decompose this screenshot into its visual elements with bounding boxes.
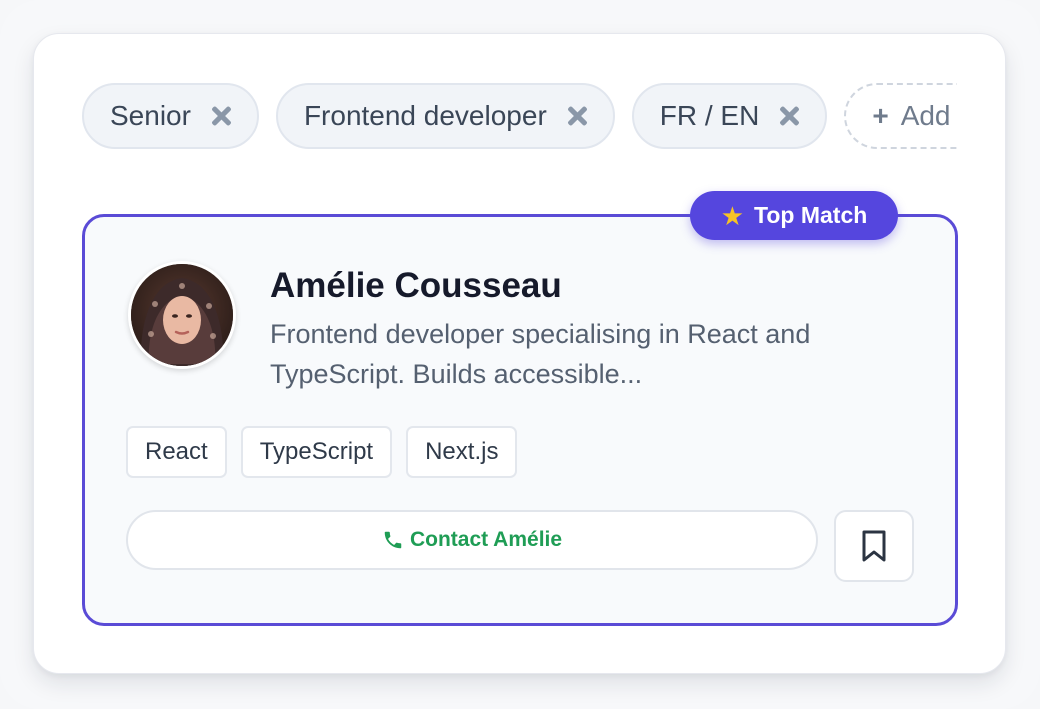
add-filter-button[interactable]: + Add f [844, 83, 957, 149]
avatar [128, 261, 236, 369]
contact-button-label: Contact Amélie [409, 528, 563, 551]
skill-tag: TypeScript [240, 426, 393, 478]
top-match-badge: ★ Top Match [690, 191, 898, 240]
avatar-portrait [131, 264, 233, 366]
plus-icon: + [872, 100, 889, 131]
candidate-name: Amélie Cousseau [270, 266, 562, 305]
remove-filter-icon[interactable] [565, 104, 589, 128]
contact-button[interactable]: Contact Amélie [126, 510, 818, 570]
bookmark-icon [862, 530, 886, 562]
phone-icon [384, 531, 402, 549]
filter-chip-senior[interactable]: Senior [82, 83, 259, 149]
skill-tags: React TypeScript Next.js [126, 426, 518, 478]
badge-label: Top Match [754, 202, 868, 228]
filter-chip-languages[interactable]: FR / EN [631, 83, 828, 149]
filter-chip-label: Frontend developer [303, 100, 547, 131]
skill-tag: Next.js [406, 426, 518, 478]
remove-filter-icon[interactable] [209, 104, 233, 128]
bio-line: TypeScript. Builds accessible... [270, 359, 643, 389]
remove-filter-icon[interactable] [777, 104, 801, 128]
filter-chip-label: FR / EN [659, 100, 760, 131]
filter-chip-frontend-developer[interactable]: Frontend developer [275, 83, 615, 149]
candidate-bio: Frontend developer specialising in React… [270, 314, 910, 394]
star-icon: ★ [720, 200, 744, 231]
bio-line: Frontend developer specialising in React… [270, 319, 811, 349]
bookmark-button[interactable] [834, 510, 914, 582]
filter-chips-row: Senior Frontend developer FR / EN + Add … [82, 82, 957, 150]
add-filter-label: Add f [900, 100, 957, 131]
filter-chip-label: Senior [110, 100, 191, 131]
skill-tag: React [126, 426, 227, 478]
